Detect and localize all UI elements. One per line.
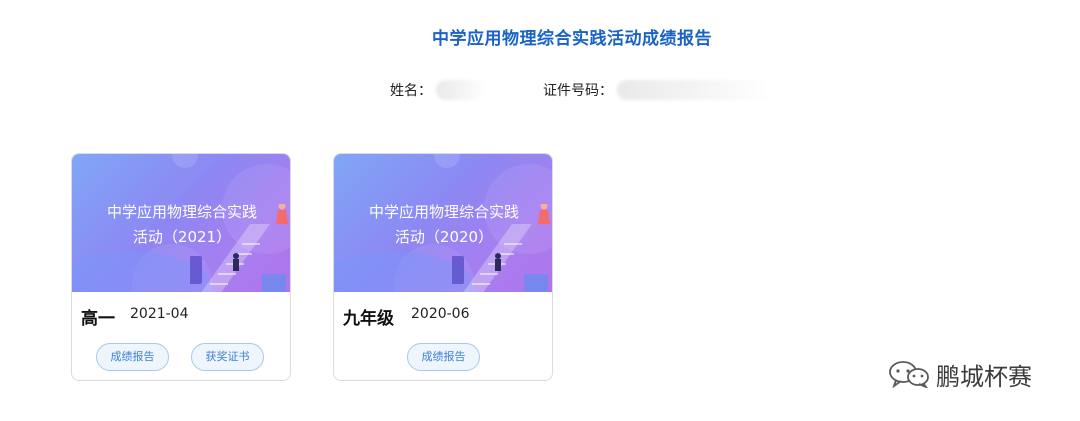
page-title: 中学应用物理综合实践活动成绩报告 [432, 29, 712, 49]
banner-title-line: 活动（2020） [394, 228, 494, 246]
name-value-redacted [436, 80, 486, 100]
card-date: 2021-04 [130, 306, 189, 322]
score-report-button[interactable]: 成绩报告 [96, 343, 169, 371]
card-date: 2020-06 [411, 306, 470, 322]
card-banner: 中学应用物理综合实践 活动（2020） [334, 154, 552, 292]
decor-bubble [434, 154, 460, 168]
score-report-button[interactable]: 成绩报告 [407, 343, 480, 371]
id-number-label: 证件号码： [543, 83, 613, 99]
banner-title-line: 活动（2021） [132, 228, 232, 246]
activity-card-2021[interactable]: 中学应用物理综合实践 活动（2021） 高一 2021-04 成绩报告 获奖证书 [71, 153, 291, 381]
banner-title: 中学应用物理综合实践 活动（2021） [72, 200, 290, 250]
award-certificate-button[interactable]: 获奖证书 [191, 343, 264, 371]
banner-title: 中学应用物理综合实践 活动（2020） [334, 200, 552, 250]
name-label: 姓名： [390, 83, 432, 99]
watermark-text: 鹏城杯赛 [936, 362, 1032, 391]
wechat-icon [889, 361, 929, 388]
wechat-watermark: 鹏城杯赛 [888, 357, 1032, 391]
card-grade: 高一 [81, 309, 115, 329]
banner-title-line: 中学应用物理综合实践 [368, 203, 519, 221]
activity-card-2020[interactable]: 中学应用物理综合实践 活动（2020） 九年级 2020-06 成绩报告 [333, 153, 553, 381]
card-banner: 中学应用物理综合实践 活动（2021） [72, 154, 290, 292]
id-number-value-redacted [617, 80, 773, 100]
card-grade: 九年级 [343, 309, 394, 329]
report-page: 中学应用物理综合实践活动成绩报告 姓名： 证件号码： 中学应用物理综合实践 活动… [0, 0, 1080, 421]
banner-title-line: 中学应用物理综合实践 [106, 203, 257, 221]
decor-bubble [172, 154, 198, 168]
